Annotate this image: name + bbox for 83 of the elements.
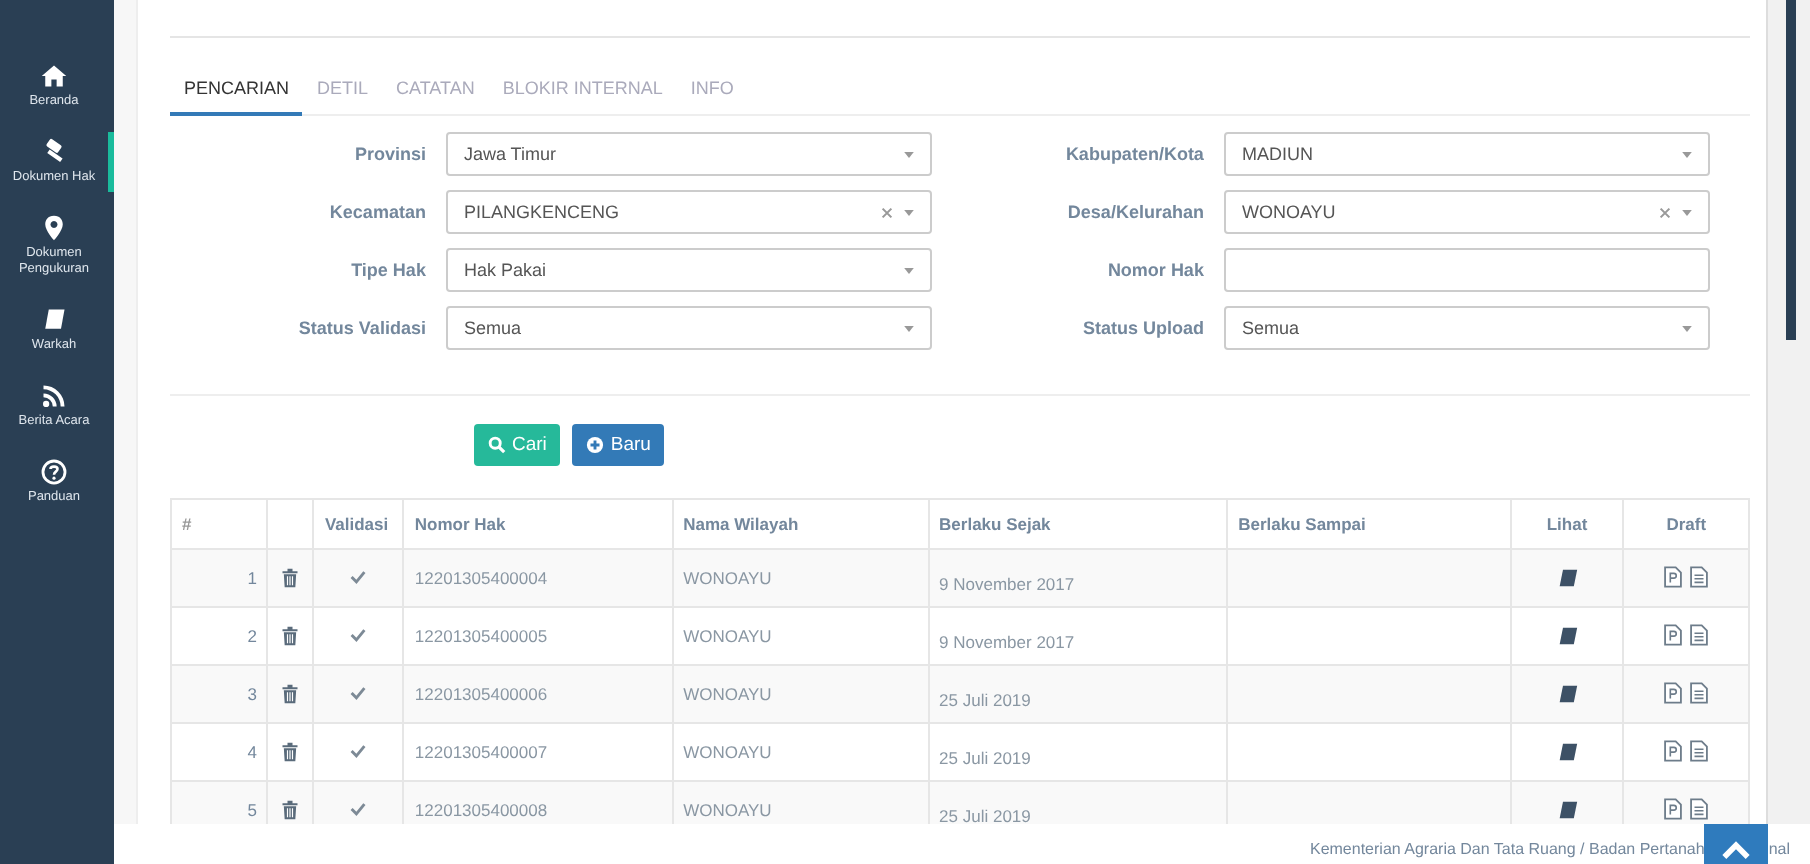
table-cell-text: 9 November 2017 — [939, 629, 1075, 651]
table-cell: 5 — [170, 781, 268, 824]
field-label: Status Validasi — [296, 318, 426, 338]
table-cell: WONOAYU — [683, 800, 772, 820]
table-cell: 12201305400007 — [414, 742, 548, 762]
document-icon[interactable] — [1690, 739, 1709, 761]
table-cell-text: 9 November 2017 — [939, 571, 1075, 593]
field-label: Status Upload — [1080, 318, 1204, 338]
select-field[interactable]: MADIUN — [1223, 132, 1710, 176]
document-icon[interactable] — [1690, 681, 1709, 703]
table-cell: 3 — [170, 665, 268, 723]
back-to-top-button[interactable] — [1704, 824, 1769, 864]
footer-text: nal — [1768, 838, 1790, 862]
map-pin-icon — [40, 214, 68, 242]
gavel-icon — [40, 138, 68, 166]
book-icon[interactable] — [1557, 684, 1577, 705]
document-icon[interactable] — [1690, 797, 1709, 819]
caret-icon — [903, 267, 914, 273]
table-cell: 12201305400006 — [414, 684, 548, 704]
table-cell: 12201305400008 — [414, 800, 548, 820]
field-label: Kecamatan — [327, 202, 426, 222]
pdf-file-icon[interactable] — [1664, 565, 1683, 587]
field-label: Nomor Hak — [1105, 260, 1204, 280]
select-field[interactable]: Jawa Timur — [445, 132, 932, 176]
field-label: Provinsi — [352, 144, 426, 164]
book-icon — [40, 306, 68, 334]
trash-icon[interactable] — [280, 626, 301, 647]
document-icon[interactable] — [1690, 565, 1709, 587]
table-cell: 12201305400004 — [414, 568, 548, 588]
table-cell: 1 — [170, 549, 268, 607]
column-header: Nama Wilayah — [672, 499, 929, 549]
column-header: Berlaku Sampai — [1227, 499, 1511, 549]
table-cell: WONOAYU — [683, 684, 772, 704]
trash-icon[interactable] — [280, 568, 301, 589]
trash-icon[interactable] — [280, 742, 301, 763]
field-label: Desa/Kelurahan — [1065, 202, 1204, 222]
pdf-file-icon[interactable] — [1664, 797, 1683, 819]
select-field[interactable]: Hak Pakai — [445, 248, 932, 292]
search-icon — [487, 436, 506, 454]
document-icon[interactable] — [1690, 623, 1709, 645]
input-field[interactable] — [1223, 248, 1710, 292]
trash-icon[interactable] — [280, 800, 301, 821]
pdf-file-icon[interactable] — [1664, 623, 1683, 645]
table-cell-text: 25 Juli 2019 — [939, 803, 1031, 824]
field-label: Tipe Hak — [349, 260, 426, 280]
pdf-file-icon[interactable] — [1664, 739, 1683, 761]
table-cell: 12201305400005 — [414, 626, 548, 646]
clear-icon[interactable] — [879, 205, 894, 219]
scrollbar[interactable] — [1765, 0, 1810, 824]
book-icon[interactable] — [1557, 626, 1577, 647]
new-button[interactable]: Baru — [572, 424, 665, 466]
select-field[interactable]: Semua — [1223, 306, 1710, 350]
column-header: Nomor Hak — [403, 499, 673, 549]
caret-icon — [1681, 325, 1692, 331]
table-cell: WONOAYU — [683, 742, 772, 762]
clear-icon[interactable] — [1657, 205, 1672, 219]
home-icon — [40, 62, 68, 90]
caret-icon — [903, 325, 914, 331]
column-header: # — [170, 499, 268, 549]
book-icon[interactable] — [1557, 742, 1577, 763]
plus-icon — [586, 436, 605, 454]
caret-icon — [903, 209, 914, 215]
book-icon[interactable] — [1557, 800, 1577, 821]
table-cell: WONOAYU — [683, 568, 772, 588]
select-field[interactable]: WONOAYU — [1223, 190, 1710, 234]
caret-icon — [1681, 151, 1692, 157]
caret-icon — [1681, 209, 1692, 215]
chevron-up-icon — [1722, 840, 1751, 860]
column-header: Berlaku Sejak — [928, 499, 1228, 549]
trash-icon[interactable] — [280, 684, 301, 705]
select-field[interactable]: PILANGKENCENG — [445, 190, 932, 234]
select-field[interactable]: Semua — [445, 306, 932, 350]
pdf-file-icon[interactable] — [1664, 681, 1683, 703]
field-label: Kabupaten/Kota — [1063, 144, 1204, 164]
table-cell-text: 25 Juli 2019 — [939, 745, 1031, 767]
help-icon — [40, 458, 68, 486]
table-cell: WONOAYU — [683, 626, 772, 646]
footer-text: Kementerian Agraria Dan Tata Ruang / Badan Pertanah — [1309, 838, 1705, 862]
book-icon[interactable] — [1557, 568, 1577, 589]
tab[interactable]: PENCARIAN — [169, 70, 303, 116]
caret-icon — [903, 151, 914, 157]
table-cell-text: 25 Juli 2019 — [939, 687, 1031, 709]
rss-icon — [40, 382, 68, 410]
